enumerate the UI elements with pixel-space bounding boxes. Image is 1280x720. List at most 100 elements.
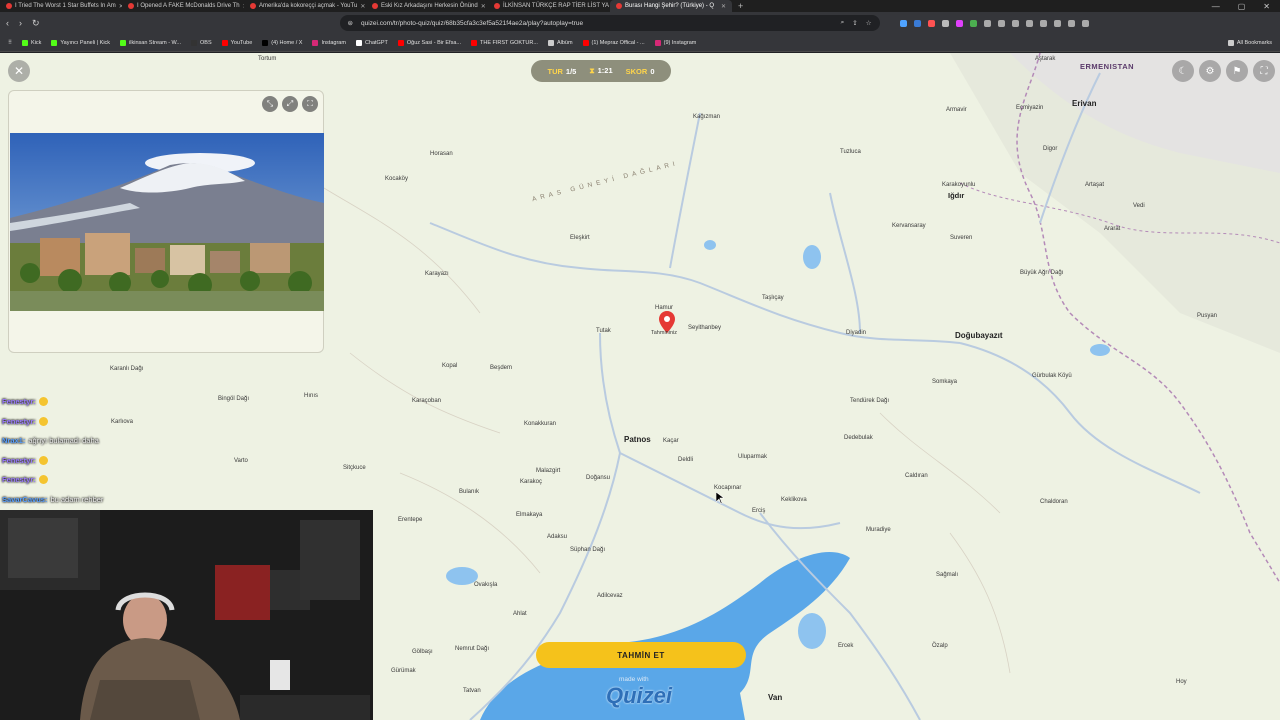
bookmark-label: ilkinsan Stream - W... — [129, 39, 182, 46]
gear-icon: ⚙ — [1205, 65, 1215, 77]
extension-icon[interactable] — [1039, 19, 1047, 27]
bookmark-item[interactable]: Yayıncı Paneli | Kick — [51, 39, 110, 46]
chat-username[interactable]: Fenestyr: — [2, 456, 36, 465]
browser-tab[interactable]: Amerika'da kokoreççi açmak - YouTu ✕ — [244, 0, 366, 12]
quizei-logo[interactable]: Quizei — [606, 683, 672, 709]
expand-photo-button[interactable]: ⤢ — [282, 96, 298, 112]
chat-text: ağrıyı bulamadı daha — [28, 436, 99, 446]
extension-icon[interactable] — [1067, 19, 1075, 27]
browser-tab[interactable]: Burası Hangi Şehir? (Türkiye) - Q ✕ — [610, 0, 732, 12]
share-icon[interactable]: ⇪ — [852, 19, 857, 27]
extension-icon[interactable] — [955, 19, 963, 27]
zoom-icon[interactable]: ⌕ — [841, 19, 845, 27]
bookmark-item[interactable]: Oğuz Sasi - Bir Efsa... — [397, 39, 461, 46]
map-label-city: Erivan — [1072, 99, 1097, 108]
browser-tab[interactable]: Eski Kız Arkadaşını Herkesin Önünd ✕ — [366, 0, 488, 12]
maximize-icon[interactable]: ▢ — [1238, 2, 1246, 11]
map-label-peak: Büyük Ağrı Dağı — [1020, 270, 1064, 276]
map-label-city: Van — [768, 693, 783, 702]
extension-icon[interactable] — [899, 19, 907, 27]
settings-button[interactable]: ⚙ — [1199, 60, 1221, 82]
extension-icon[interactable] — [913, 19, 921, 27]
extension-icon[interactable] — [927, 19, 935, 27]
bookmark-item[interactable]: ChatGPT — [355, 39, 388, 46]
map-label-town: Caldıran — [905, 473, 928, 479]
bookmark-item[interactable]: Kick — [22, 39, 41, 46]
extension-icon[interactable] — [1025, 19, 1033, 27]
shrink-photo-button[interactable]: ⤡ — [262, 96, 278, 112]
reload-icon[interactable]: ↻ — [32, 18, 40, 29]
fullscreen-photo-button[interactable]: ⛶ — [302, 96, 318, 112]
map-label-town: Gölbaşı — [412, 649, 433, 655]
address-bar[interactable]: ⊜ quizei.com/tr/photo-quiz/quiz/68b35cfa… — [339, 15, 880, 31]
extension-icon[interactable] — [997, 19, 1005, 27]
round-indicator: TUR 1/5 — [547, 66, 577, 76]
mountain-city-photo — [10, 133, 324, 311]
expand-icon: ⤢ — [286, 99, 294, 108]
new-tab-button[interactable]: + — [732, 1, 749, 11]
bookmark-item[interactable]: (9) Instagram — [654, 39, 696, 46]
close-quiz-button[interactable]: ✕ — [8, 60, 30, 82]
bookmark-favicon-icon — [654, 39, 661, 46]
browser-tab[interactable]: İLKİNSAN TÜRKÇE RAP TİER LİST YA✕ — [488, 0, 610, 12]
close-tab-icon[interactable]: ✕ — [360, 3, 365, 10]
webcam-feed — [0, 510, 373, 720]
menu-icon[interactable] — [1081, 19, 1089, 27]
guess-button[interactable]: TAHMİN ET — [536, 642, 746, 668]
forward-icon[interactable]: › — [19, 18, 22, 28]
close-tab-icon[interactable]: ✕ — [481, 3, 486, 10]
tab-title: I Opened A FAKE McDonalds Drive Th — [137, 3, 240, 9]
close-tab-icon[interactable]: ✕ — [721, 3, 726, 10]
dark-mode-button[interactable]: ☾ — [1172, 60, 1194, 82]
bookmark-item[interactable]: OBS — [191, 39, 212, 46]
quiz-photo[interactable] — [10, 133, 324, 311]
bookmark-item[interactable]: (1) Mepraz Offical - ... — [582, 39, 645, 46]
youtube-icon — [372, 3, 378, 9]
bookmark-label: Oğuz Sasi - Bir Efsa... — [406, 39, 461, 46]
chat-username[interactable]: SavarCavus: — [2, 495, 47, 504]
chat-username[interactable]: Fenestyr: — [2, 475, 36, 484]
bookmark-label: OBS — [200, 39, 212, 46]
chat-message: Nrax1: ağrıyı bulamadı daha — [2, 431, 103, 451]
pin-label: Tahmininiz — [651, 330, 677, 336]
bookmark-star-icon[interactable]: ☆ — [866, 19, 872, 27]
bookmark-item[interactable]: ilkinsan Stream - W... — [120, 39, 182, 46]
back-icon[interactable]: ‹ — [6, 18, 9, 28]
extension-icon[interactable] — [983, 19, 991, 27]
map-label-town: Vedi — [1133, 203, 1145, 209]
map-label-town: Karakoç — [520, 479, 543, 485]
chat-username[interactable]: Nrax1: — [2, 436, 25, 445]
fullscreen-button[interactable]: ⛶ — [1253, 60, 1275, 82]
chat-username[interactable]: Fenestyr: — [2, 417, 36, 426]
guess-pin[interactable]: Tahmininiz — [651, 311, 677, 338]
extension-icon[interactable] — [941, 19, 949, 27]
map-label-town: Keklikova — [781, 497, 807, 503]
bookmark-item[interactable]: Albüm — [547, 39, 573, 46]
apps-icon[interactable]: ⠿ — [8, 40, 12, 46]
browser-tab[interactable]: I Opened A FAKE McDonalds Drive Th✕ — [122, 0, 244, 12]
extension-icon[interactable] — [1053, 19, 1061, 27]
browser-toolbar: ‹ › ↻ ⊜ quizei.com/tr/photo-quiz/quiz/68… — [0, 12, 1280, 34]
site-info-icon[interactable]: ⊜ — [348, 19, 353, 27]
minimize-icon[interactable]: — — [1212, 2, 1220, 11]
bookmark-label: (1) Mepraz Offical - ... — [591, 39, 645, 46]
map-label-town: Taşlıçay — [762, 295, 784, 301]
bookmark-item[interactable]: Instagram — [312, 39, 346, 46]
map-label-town: Kocaköy — [385, 176, 409, 182]
close-window-icon[interactable]: ✕ — [1263, 2, 1270, 11]
all-bookmarks-button[interactable]: All Bookmarks — [1227, 39, 1272, 46]
report-button[interactable]: ⚑ — [1226, 60, 1248, 82]
emoji-icon — [38, 455, 48, 465]
extension-icon[interactable] — [969, 19, 977, 27]
extension-icon[interactable] — [1011, 19, 1019, 27]
chat-message: Fenestyr: — [2, 470, 103, 490]
map-label-town: Chaldoran — [1040, 499, 1068, 505]
bookmark-item[interactable]: YouTube — [221, 39, 252, 46]
map-label-town: Ahlat — [513, 611, 527, 617]
bookmark-item[interactable]: (4) Home / X — [262, 39, 302, 46]
browser-tab[interactable]: I Tried The Worst 1 Star Buffets In Am ✕ — [0, 0, 122, 12]
map-label-town: Adilcevaz — [597, 593, 623, 599]
timer: ⧗ 1:21 — [589, 66, 613, 75]
bookmark-item[interactable]: THE FIRST GOKTUR... — [470, 39, 538, 46]
chat-username[interactable]: Fenestyr: — [2, 397, 36, 406]
